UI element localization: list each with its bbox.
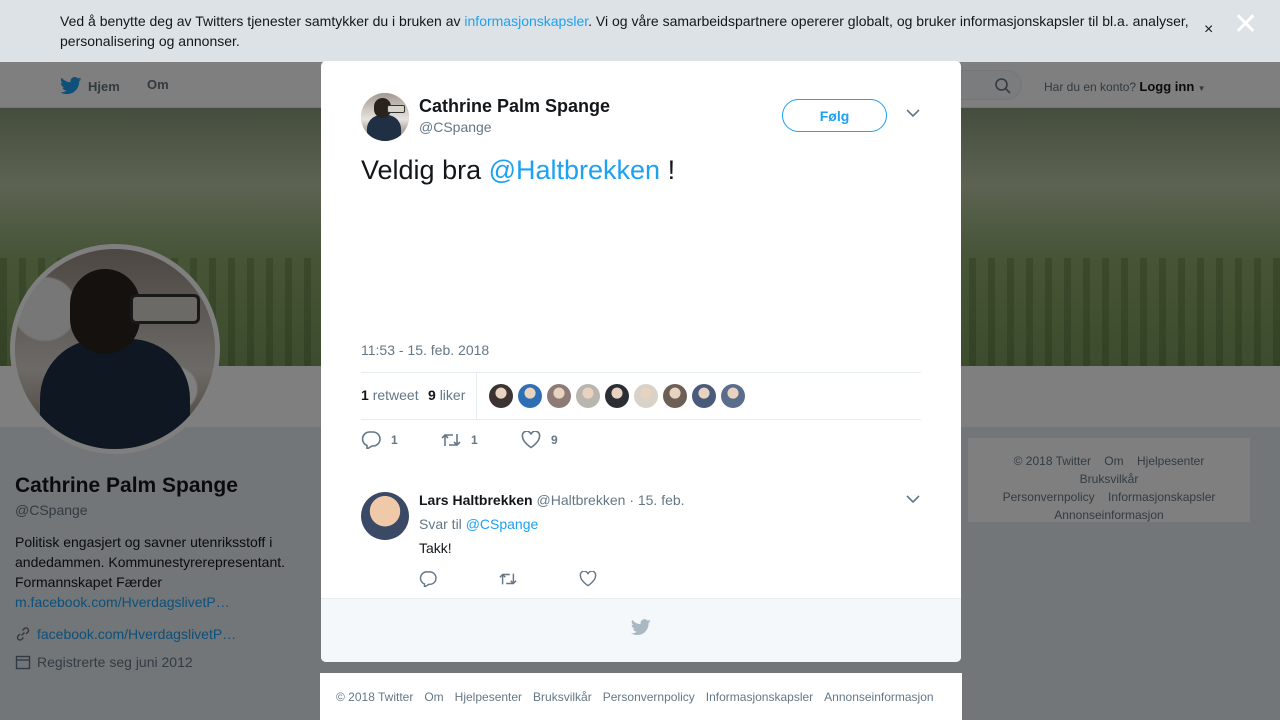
liker-avatar[interactable] bbox=[605, 384, 629, 408]
reply-date[interactable]: · 15. feb. bbox=[629, 492, 684, 508]
reply-actions bbox=[419, 571, 597, 587]
heart-icon bbox=[521, 431, 541, 449]
cookie-text-before: Ved å benytte deg av Twitters tjenester … bbox=[60, 13, 465, 29]
tweet-text-body: Veldig bra bbox=[361, 155, 489, 185]
retweets-stat[interactable]: 1 retweet bbox=[361, 387, 419, 403]
reply-count: 1 bbox=[391, 433, 398, 447]
reply-action[interactable]: 1 bbox=[361, 431, 441, 449]
chevron-down-icon[interactable] bbox=[906, 108, 920, 118]
reply-icon bbox=[361, 431, 381, 449]
liker-avatar[interactable] bbox=[721, 384, 745, 408]
liker-avatar[interactable] bbox=[692, 384, 716, 408]
like-count: 9 bbox=[551, 433, 558, 447]
liker-avatar[interactable] bbox=[663, 384, 687, 408]
reply-icon[interactable] bbox=[419, 571, 437, 587]
liker-avatar[interactable] bbox=[489, 384, 513, 408]
reply-author-handle[interactable]: @Haltbrekken bbox=[537, 492, 626, 508]
footer-link[interactable]: Hjelpesenter bbox=[455, 690, 522, 704]
footer-copyright: © 2018 Twitter bbox=[336, 690, 414, 704]
tweet-modal: Cathrine Palm Spange @CSpange Følg Veldi… bbox=[321, 61, 961, 662]
like-action[interactable]: 9 bbox=[521, 431, 601, 449]
reply-author-avatar[interactable] bbox=[361, 492, 409, 540]
footer-link[interactable]: Om bbox=[424, 690, 443, 704]
reply-text: Takk! bbox=[419, 540, 452, 556]
cookie-close-button[interactable]: × bbox=[1204, 21, 1213, 39]
twitter-bird-icon bbox=[631, 619, 651, 635]
modal-footer bbox=[321, 598, 961, 662]
cookie-banner: Ved å benytte deg av Twitters tjenester … bbox=[0, 0, 1280, 62]
follow-button[interactable]: Følg bbox=[782, 99, 887, 132]
reply-author-name[interactable]: Lars Haltbrekken bbox=[419, 492, 533, 508]
tweet-text-end: ! bbox=[660, 155, 676, 185]
likes-stat[interactable]: 9 liker bbox=[428, 387, 465, 403]
cookie-link[interactable]: informasjonskapsler bbox=[464, 13, 588, 29]
footer-link[interactable]: Personvernpolicy bbox=[603, 690, 695, 704]
retweet-action[interactable]: 1 bbox=[441, 431, 521, 449]
chevron-down-icon[interactable] bbox=[906, 494, 920, 504]
liker-avatar[interactable] bbox=[547, 384, 571, 408]
liker-avatar[interactable] bbox=[634, 384, 658, 408]
footer-link[interactable]: Annonseinformasjon bbox=[824, 690, 933, 704]
footer-link[interactable]: Informasjonskapsler bbox=[706, 690, 813, 704]
tweet-author-avatar[interactable] bbox=[361, 93, 409, 141]
reply-to-line: Svar til @CSpange bbox=[419, 516, 538, 532]
reply-header: Lars Haltbrekken @Haltbrekken · 15. feb. bbox=[419, 492, 685, 508]
retweet-count: 1 bbox=[471, 433, 478, 447]
retweet-icon bbox=[441, 433, 461, 447]
liker-avatar[interactable] bbox=[518, 384, 542, 408]
likes-label: liker bbox=[439, 387, 466, 403]
tweet-text: Veldig bra @Haltbrekken ! bbox=[361, 153, 675, 187]
retweets-count: 1 bbox=[361, 387, 369, 403]
tweet-timestamp[interactable]: 11:53 - 15. feb. 2018 bbox=[361, 342, 489, 358]
tweet-actions: 1 1 9 bbox=[361, 431, 601, 449]
tweet-author-handle[interactable]: @CSpange bbox=[419, 119, 492, 135]
tweet-stats: 1 retweet 9 liker bbox=[361, 372, 921, 420]
tweet-author-name[interactable]: Cathrine Palm Spange bbox=[419, 96, 610, 117]
reply-to-link[interactable]: @CSpange bbox=[466, 516, 539, 532]
heart-icon[interactable] bbox=[579, 571, 597, 587]
cookie-text: Ved å benytte deg av Twitters tjenester … bbox=[60, 11, 1200, 51]
likes-count: 9 bbox=[428, 387, 436, 403]
reply-to-label: Svar til bbox=[419, 516, 462, 532]
modal-close-button[interactable]: ✕ bbox=[1233, 10, 1258, 40]
retweet-icon[interactable] bbox=[499, 571, 517, 587]
bottom-footer: © 2018 Twitter Om Hjelpesenter Bruksvilk… bbox=[320, 673, 962, 720]
tweet-mention-link[interactable]: @Haltbrekken bbox=[489, 155, 660, 185]
retweets-label: retweet bbox=[372, 387, 419, 403]
footer-link[interactable]: Bruksvilkår bbox=[533, 690, 592, 704]
liker-avatar[interactable] bbox=[576, 384, 600, 408]
liker-avatars bbox=[489, 384, 745, 408]
